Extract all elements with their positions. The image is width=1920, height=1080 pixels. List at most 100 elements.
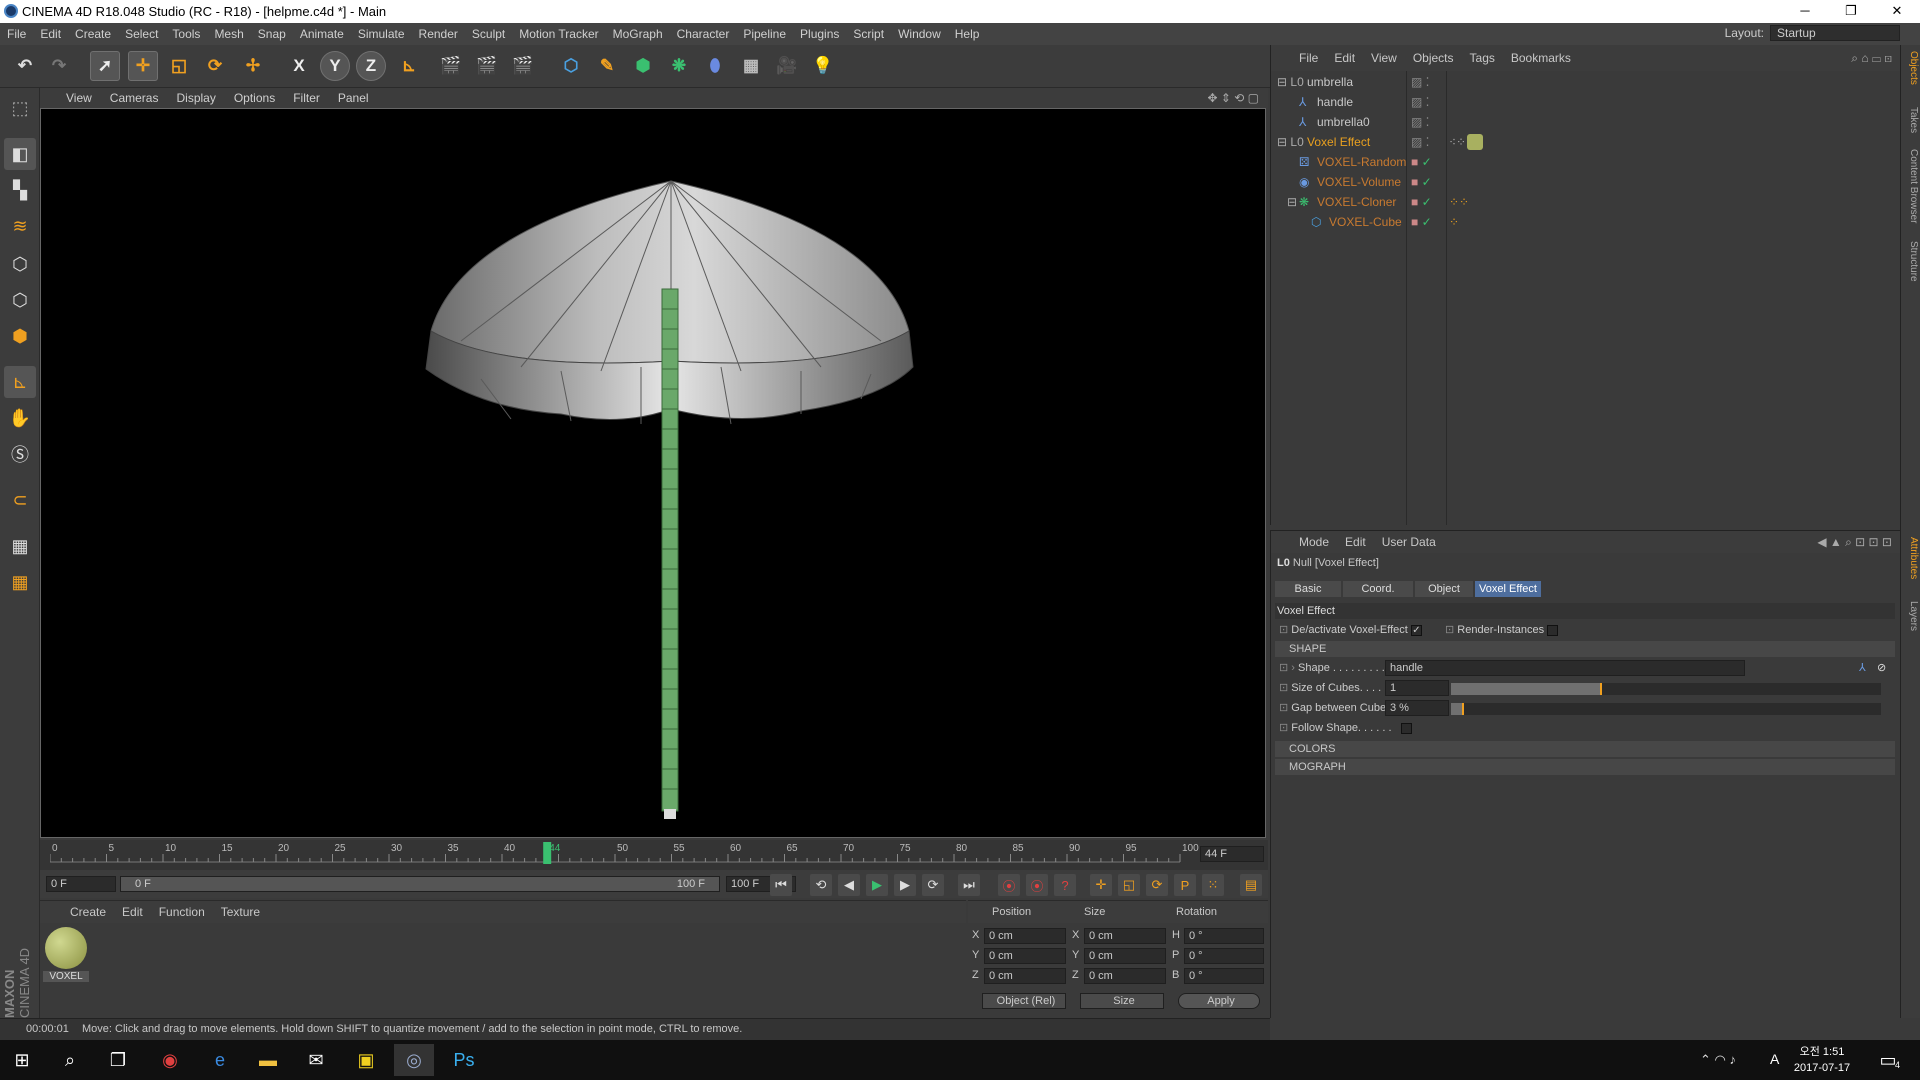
menu-plugins[interactable]: Plugins (793, 27, 846, 41)
ime-indicator[interactable]: A (1770, 1051, 1779, 1067)
record-key-icon[interactable]: ⦿ (998, 874, 1020, 896)
menu-snap[interactable]: Snap (251, 27, 293, 41)
coord-mode-dropdown[interactable]: Object (Rel) (982, 993, 1066, 1009)
attr-menu-mode[interactable]: Mode (1291, 535, 1337, 549)
shape-section-header[interactable]: SHAPE (1275, 641, 1895, 657)
layout-dropdown[interactable]: Startup (1770, 25, 1900, 41)
x-axis-lock[interactable]: X (284, 51, 314, 81)
frame-range-slider[interactable]: 0 F 100 F (120, 876, 720, 892)
prev-key-icon[interactable]: ⟲ (810, 874, 832, 896)
size-y-field[interactable]: 0 cm (1084, 948, 1166, 964)
material-menu-edit[interactable]: Edit (114, 905, 151, 919)
key-pla-icon[interactable]: ⁙ (1202, 874, 1224, 896)
obj-menu-tags[interactable]: Tags (1462, 51, 1503, 65)
obj-menu-objects[interactable]: Objects (1405, 51, 1462, 65)
key-rotation-icon[interactable]: ⟳ (1146, 874, 1168, 896)
task-view-icon[interactable]: ❐ (98, 1044, 138, 1076)
keyframe-selection-icon[interactable]: ? (1054, 874, 1076, 896)
rotation-p-field[interactable]: 0 ° (1184, 948, 1264, 964)
tab-takes-vertical[interactable]: Takes (1903, 107, 1919, 133)
kakaotalk-icon[interactable]: ▣ (346, 1044, 386, 1076)
obj-search-icons[interactable]: ⌕ ⌂ ▭ ⊡ (1843, 51, 1900, 66)
menu-script[interactable]: Script (846, 27, 891, 41)
viewport-menu-filter[interactable]: Filter (284, 91, 329, 105)
tab-coord[interactable]: Coord. (1343, 581, 1413, 597)
viewport-menu-panel[interactable]: Panel (329, 91, 378, 105)
object-row-handle[interactable]: ⅄ handle ▨ ⁚ (1271, 92, 1901, 112)
size-slider[interactable] (1451, 683, 1881, 695)
system-tray-icons[interactable]: ⌃ ◠ ♪ (1700, 1052, 1736, 1068)
tab-voxel-effect[interactable]: Voxel Effect (1475, 581, 1541, 597)
object-row-voxel-cube[interactable]: ⬡ VOXEL-Cube ■ ✓ ⁘ (1271, 212, 1901, 232)
snap-icon[interactable]: Ⓢ (4, 438, 36, 470)
size-field[interactable]: 1 (1385, 680, 1449, 696)
restore-button[interactable]: ❐ (1828, 0, 1874, 23)
object-row-umbrella0[interactable]: ⅄ umbrella0 ▨ ⁚ (1271, 112, 1901, 132)
camera-icon[interactable]: 🎥 (772, 51, 802, 81)
menu-tools[interactable]: Tools (165, 27, 207, 41)
menu-render[interactable]: Render (412, 27, 465, 41)
locked-workplane-icon[interactable]: ▦ (4, 530, 36, 562)
viewport-menu-view[interactable]: View (40, 91, 101, 105)
menu-mograph[interactable]: MoGraph (606, 27, 670, 41)
tab-attributes-vertical[interactable]: Attributes (1903, 537, 1919, 579)
select-arrow-icon[interactable]: ➚ (90, 51, 120, 81)
rotation-h-field[interactable]: 0 ° (1184, 928, 1264, 944)
transform-tool-icon[interactable]: ✢ (238, 51, 268, 81)
z-axis-lock[interactable]: Z (356, 51, 386, 81)
render-settings-icon[interactable]: 🎬 (508, 51, 538, 81)
layout-selector[interactable]: Layout: Startup (1725, 25, 1900, 41)
edge-icon[interactable]: e (200, 1044, 240, 1076)
tab-content-browser-vertical[interactable]: Content Browser (1903, 149, 1919, 223)
pick-object-icon[interactable]: ⊘ (1877, 659, 1886, 677)
xpresso-tag-icon[interactable]: ⁖⁘ (1449, 132, 1466, 152)
menu-animate[interactable]: Animate (293, 27, 351, 41)
attr-menu-user-data[interactable]: User Data (1374, 535, 1444, 549)
windows-start-icon[interactable]: ⊞ (2, 1044, 42, 1076)
viewport-menu-cameras[interactable]: Cameras (101, 91, 168, 105)
menu-select[interactable]: Select (118, 27, 165, 41)
axis-mode-icon[interactable]: ⊾ (4, 366, 36, 398)
obj-menu-file[interactable]: File (1291, 51, 1326, 65)
start-frame-field[interactable]: 0 F (46, 876, 116, 892)
play-icon[interactable]: ▶ (866, 874, 888, 896)
colors-section-header[interactable]: COLORS (1275, 741, 1895, 757)
position-x-field[interactable]: 0 cm (984, 928, 1066, 944)
menu-motion-tracker[interactable]: Motion Tracker (512, 27, 605, 41)
mail-icon[interactable]: ✉ (296, 1044, 336, 1076)
menu-sculpt[interactable]: Sculpt (465, 27, 512, 41)
material-voxel[interactable]: VOXEL (43, 925, 89, 983)
scale-tool-icon[interactable]: ◱ (164, 51, 194, 81)
planar-workplane-icon[interactable]: ▦ (4, 566, 36, 598)
size-x-field[interactable]: 0 cm (1084, 928, 1166, 944)
tab-structure-vertical[interactable]: Structure (1903, 241, 1919, 282)
model-mode-icon[interactable]: ◧ (4, 138, 36, 170)
viewport-menu-display[interactable]: Display (167, 91, 224, 105)
material-menu-function[interactable]: Function (151, 905, 213, 919)
viewport-nav-icons[interactable]: ✥ ⇕ ⟲ ▢ (1198, 91, 1268, 105)
cinema4d-taskbar-icon[interactable]: ◎ (394, 1044, 434, 1076)
mograph-tag-icon[interactable]: ⁘⁘ (1449, 192, 1469, 212)
render-view-icon[interactable]: 🎬 (436, 51, 466, 81)
notification-icon[interactable]: ▭ 4 (1868, 1044, 1908, 1076)
deformer-icon[interactable]: ⬮ (700, 51, 730, 81)
menu-pipeline[interactable]: Pipeline (736, 27, 793, 41)
move-tool-icon[interactable]: ✛ (128, 51, 158, 81)
tag-icon[interactable]: ⁘ (1449, 212, 1459, 232)
menu-mesh[interactable]: Mesh (207, 27, 250, 41)
points-mode-icon[interactable]: ⬡ (4, 248, 36, 280)
next-key-icon[interactable]: ⟳ (922, 874, 944, 896)
render-instances-checkbox[interactable] (1547, 624, 1559, 636)
goto-start-icon[interactable]: ⏮ (770, 874, 792, 896)
workplane-icon[interactable]: ≋ (4, 210, 36, 242)
cube-primitive-icon[interactable]: ⬡ (556, 51, 586, 81)
size-z-field[interactable]: 0 cm (1084, 968, 1166, 984)
coordinate-system-icon[interactable]: ⊾ (394, 51, 424, 81)
material-menu-texture[interactable]: Texture (213, 905, 268, 919)
size-mode-dropdown[interactable]: Size (1080, 993, 1164, 1009)
magnet-icon[interactable]: ⊂ (4, 484, 36, 516)
menu-simulate[interactable]: Simulate (351, 27, 412, 41)
rotation-b-field[interactable]: 0 ° (1184, 968, 1264, 984)
photoshop-icon[interactable]: Ps (444, 1044, 484, 1076)
shape-link-field[interactable]: handle (1385, 660, 1745, 676)
